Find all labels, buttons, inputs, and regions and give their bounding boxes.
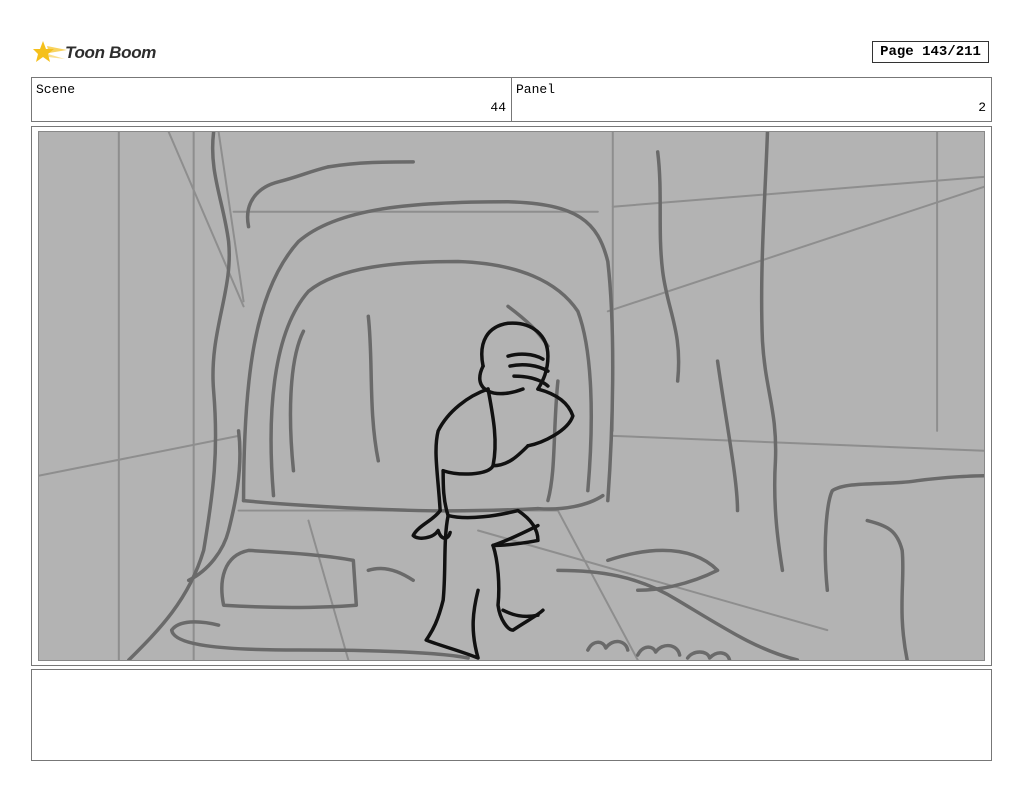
panel-cell: Panel 2 (511, 78, 991, 121)
toon-boom-logo: Toon Boom (33, 36, 163, 70)
storyboard-panel-frame (31, 126, 992, 666)
scene-label: Scene (36, 82, 76, 97)
sketch-canvas (39, 132, 984, 660)
page-indicator: Page 143/211 (872, 41, 989, 63)
scene-panel-info-row: Scene 44 Panel 2 (31, 77, 992, 122)
panel-notes-box (31, 669, 992, 761)
page-indicator-text: Page 143/211 (880, 44, 981, 60)
scene-value: 44 (490, 100, 506, 115)
panel-label: Panel (516, 82, 556, 97)
panel-value: 2 (978, 100, 986, 115)
storyboard-drawing (38, 131, 985, 661)
toon-boom-star-icon (33, 41, 67, 62)
scene-cell: Scene 44 (32, 78, 511, 121)
logo-text: Toon Boom (65, 43, 157, 62)
